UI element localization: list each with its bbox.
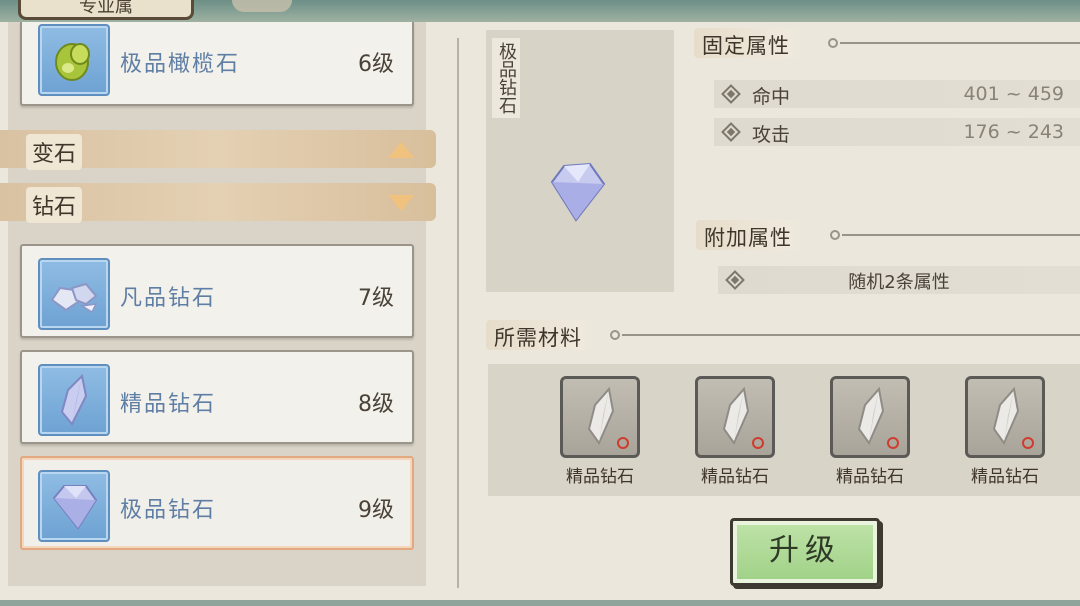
- category-alexandrite[interactable]: 变石: [0, 130, 436, 170]
- window-frame-bottom: [0, 600, 1080, 606]
- header-line: [622, 334, 1080, 336]
- list-item-name: 极品钻石: [120, 498, 217, 523]
- upgrade-button[interactable]: 升级: [730, 518, 880, 586]
- header-line: [842, 234, 1080, 236]
- attr-row-random: 随机2条属性: [718, 266, 1080, 294]
- list-item-name: 凡品钻石: [120, 286, 217, 311]
- header-ornament: [828, 38, 838, 48]
- section-title: 固定属性: [694, 28, 802, 58]
- diamond-bullet-icon: [721, 122, 741, 142]
- section-title: 附加属性: [696, 220, 804, 250]
- material-name: 精品钻石: [971, 467, 1039, 487]
- material-count-indicator: [617, 437, 629, 449]
- gem-icon-frame: [38, 470, 110, 542]
- crystal-shard-icon: [60, 373, 88, 426]
- material-slot[interactable]: 精品钻石: [558, 376, 642, 487]
- material-name: 精品钻石: [836, 467, 904, 487]
- list-item-name: 精品钻石: [120, 392, 217, 417]
- material-count-indicator: [887, 437, 899, 449]
- gem-icon-frame: [38, 364, 110, 436]
- panel-divider: [457, 38, 459, 588]
- gem-icon-frame: [38, 258, 110, 330]
- gem-list-panel[interactable]: 极品橄榄石 6级 变石 钻石 凡品钻石 7级 精品钻石 8级 极品钻石 9级: [0, 22, 440, 590]
- list-item-common-diamond[interactable]: 凡品钻石 7级: [20, 244, 414, 338]
- materials-header: 所需材料: [486, 320, 1080, 352]
- list-item-superb-diamond[interactable]: 极品钻石 9级: [20, 456, 414, 550]
- attr-row-attack: 攻击 176 ~ 243: [714, 118, 1080, 146]
- material-slot[interactable]: 精品钻石: [963, 376, 1047, 487]
- title-tab: 专业属: [18, 0, 194, 20]
- category-label: 变石: [26, 134, 83, 170]
- material-name: 精品钻石: [566, 467, 634, 487]
- title-decoration: [232, 0, 292, 12]
- category-label: 钻石: [26, 187, 83, 223]
- title-tab-label: 专业属: [79, 0, 133, 17]
- preview-gem-name: 极品钻石: [492, 38, 520, 118]
- list-item-fine-diamond[interactable]: 精品钻石 8级: [20, 350, 414, 444]
- header-ornament: [830, 230, 840, 240]
- material-count-indicator: [1022, 437, 1034, 449]
- material-icon-frame: [695, 376, 775, 458]
- olivine-icon: [55, 43, 90, 81]
- list-item-name: 极品橄榄石: [120, 52, 241, 77]
- gem-preview: 极品钻石: [486, 30, 674, 292]
- material-icon-frame: [965, 376, 1045, 458]
- extra-attrs-header: 附加属性: [696, 220, 1080, 252]
- category-diamond[interactable]: 钻石: [0, 183, 436, 223]
- attr-name: 命中: [752, 86, 791, 108]
- attr-text: 随机2条属性: [848, 272, 950, 293]
- attr-value: 176 ~ 243: [963, 121, 1064, 143]
- list-item-level: 7级: [358, 286, 394, 311]
- material-icon-frame: [560, 376, 640, 458]
- list-item-level: 8级: [358, 392, 394, 417]
- material-icon-frame: [830, 376, 910, 458]
- material-slot[interactable]: 精品钻石: [693, 376, 777, 487]
- section-title: 所需材料: [486, 320, 594, 350]
- attr-name: 攻击: [752, 124, 791, 146]
- down-arrow-icon: [388, 195, 414, 211]
- cut-diamond-icon: [52, 485, 98, 530]
- list-item-olivine[interactable]: 极品橄榄石 6级: [20, 22, 414, 106]
- rough-diamond-icon: [50, 282, 98, 314]
- header-line: [840, 42, 1080, 44]
- up-arrow-icon: [388, 142, 414, 158]
- materials-panel: 精品钻石 精品钻石 精品钻石 精品钻石: [488, 364, 1080, 496]
- attr-value: 401 ~ 459: [963, 83, 1064, 105]
- list-item-level: 6级: [358, 52, 394, 77]
- list-item-level: 9级: [358, 498, 394, 523]
- gem-icon-frame: [38, 24, 110, 96]
- material-slot[interactable]: 精品钻石: [828, 376, 912, 487]
- fixed-attrs-header: 固定属性: [694, 28, 1080, 60]
- diamond-bullet-icon: [721, 84, 741, 104]
- cut-diamond-icon: [550, 162, 606, 222]
- material-count-indicator: [752, 437, 764, 449]
- attr-row-hit: 命中 401 ~ 459: [714, 80, 1080, 108]
- header-ornament: [610, 330, 620, 340]
- material-name: 精品钻石: [701, 467, 769, 487]
